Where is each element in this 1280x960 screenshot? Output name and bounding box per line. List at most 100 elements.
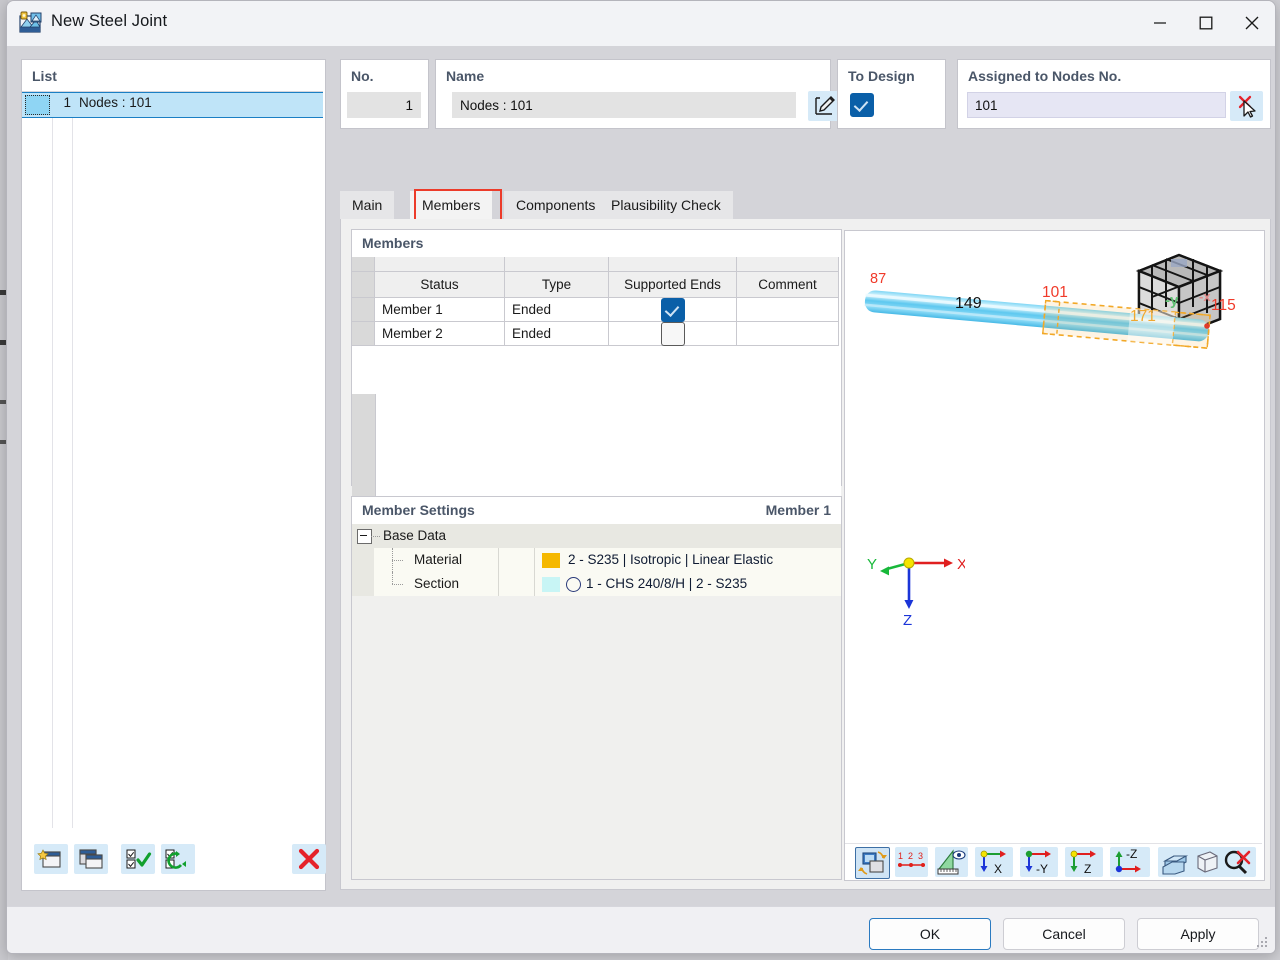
node-label-87: 87 (870, 271, 887, 287)
svg-text:X: X (994, 862, 1002, 876)
tree-row-section[interactable]: Section 1 - CHS 240/8/H | 2 - S235 (352, 572, 841, 596)
column-header-comment[interactable]: Comment (737, 272, 839, 298)
table-row[interactable]: Member 1 Ended (352, 298, 841, 322)
members-section-header: Members (352, 230, 841, 257)
assigned-nodes-label: Assigned to Nodes No. (968, 68, 1122, 84)
members-section-title: Members (362, 235, 424, 251)
tree-row-value: 1 - CHS 240/8/H | 2 - S235 (586, 576, 748, 591)
cell-status[interactable]: Member 2 (375, 322, 505, 346)
node-label-171: 171 (1130, 308, 1156, 325)
window-title: New Steel Joint (51, 12, 168, 30)
svg-text:-Z: -Z (1126, 847, 1137, 861)
tree-row-material[interactable]: Material 2 - S235 | Isotropic | Linear E… (352, 548, 841, 572)
node-label-149: 149 (955, 295, 982, 312)
cell-comment[interactable] (737, 322, 839, 346)
list-item-color-swatch (25, 95, 50, 115)
axis-label-y: Y (867, 556, 877, 573)
invert-selection-button[interactable] (161, 844, 195, 874)
view-in-minus-y-button[interactable]: -Y (1020, 847, 1058, 877)
ok-button[interactable]: OK (869, 918, 991, 950)
tree-group-label: Base Data (383, 528, 447, 543)
members-section: Members Status Type Supported Ends Comme… (351, 229, 842, 510)
member-settings-tree: Base Data Material 2 - S235 | Isotropic … (352, 524, 841, 879)
new-steel-joint-dialog: New Steel Joint List 1 Nodes : 101 No. 1… (6, 0, 1276, 954)
rotate-view-button[interactable] (855, 847, 890, 879)
column-header-type[interactable]: Type (505, 272, 609, 298)
dialog-footer: OK Cancel Apply (7, 906, 1275, 953)
list-item-label: Nodes : 101 (79, 95, 152, 110)
circle-outline-icon (566, 577, 581, 592)
3d-view-toolbar: 1 2 3 X -Y Z -Z (845, 843, 1262, 880)
end-node-marker (1204, 323, 1210, 329)
svg-text:-Y: -Y (1036, 862, 1048, 876)
edit-pencil-icon[interactable] (808, 91, 840, 121)
column-header-status[interactable]: Status (375, 272, 505, 298)
no-label: No. (351, 68, 374, 84)
cell-status[interactable]: Member 1 (375, 298, 505, 322)
material-color-swatch (542, 553, 560, 568)
axis-label-x: X (957, 556, 965, 573)
select-all-button[interactable] (121, 844, 155, 874)
cell-type[interactable]: Ended (505, 322, 609, 346)
tree-group-base-data[interactable]: Base Data (352, 524, 841, 548)
supported-ends-checkbox[interactable] (660, 298, 685, 322)
tab-plausibility-check[interactable]: Plausibility Check (599, 191, 733, 219)
cell-supported-ends[interactable] (609, 322, 737, 346)
list-body: 1 Nodes : 101 (22, 92, 323, 857)
to-design-box: To Design (837, 59, 946, 129)
column-header-supported-ends[interactable]: Supported Ends (609, 272, 737, 298)
view-in-x-button[interactable]: X (975, 847, 1013, 877)
axis-triad-icon: X Y Z (867, 556, 965, 629)
list-panel: List 1 Nodes : 101 (21, 59, 326, 891)
red-x-pick-icon[interactable] (1230, 91, 1263, 121)
resize-grip[interactable] (1257, 937, 1269, 949)
cell-comment[interactable] (737, 298, 839, 322)
delete-item-button[interactable] (292, 844, 326, 874)
numbering-button[interactable]: 1 2 3 (895, 847, 928, 877)
list-panel-title: List (32, 68, 57, 84)
grid-filter-row (352, 257, 841, 272)
view-in-z-button[interactable]: Z (1065, 847, 1103, 877)
grid-empty-area (352, 394, 841, 510)
member-settings-subject: Member 1 (765, 502, 831, 518)
minimize-button[interactable] (1137, 1, 1183, 45)
no-value: 1 (347, 92, 421, 118)
node-label-115: 115 (1211, 297, 1236, 314)
new-item-button[interactable] (34, 844, 68, 874)
section-color-swatch (542, 577, 560, 592)
tab-main[interactable]: Main (340, 191, 395, 219)
steel-member-geometry (864, 290, 1211, 350)
dimension-visibility-button[interactable] (935, 847, 968, 877)
table-row[interactable]: Member 2 Ended (352, 322, 841, 346)
supported-ends-checkbox[interactable] (660, 322, 685, 346)
view-in-minus-z-button[interactable]: -Z (1110, 847, 1150, 877)
name-label: Name (446, 68, 485, 84)
maximize-button[interactable] (1183, 1, 1229, 45)
name-field-box: Name Nodes : 101 (435, 59, 840, 129)
tree-row-value: 2 - S235 | Isotropic | Linear Elastic (568, 552, 774, 567)
member-settings-section: Member Settings Member 1 Base Data Mater… (351, 496, 842, 880)
3d-view-panel: -y -x 87 149 101 171 115 Y Z 1 2 3 X -Y … (844, 230, 1265, 881)
collapse-icon[interactable] (357, 529, 372, 544)
assigned-nodes-input[interactable]: 101 (967, 92, 1226, 118)
list-item[interactable]: 1 Nodes : 101 (22, 92, 323, 118)
cell-supported-ends[interactable] (609, 298, 737, 322)
tree-row-label: Material (414, 552, 463, 567)
tree-row-label: Section (414, 576, 460, 591)
apply-button[interactable]: Apply (1137, 918, 1259, 950)
to-design-checkbox[interactable] (850, 93, 874, 117)
assigned-nodes-box: Assigned to Nodes No. 101 (957, 59, 1271, 129)
tab-components[interactable]: Components (504, 191, 608, 219)
svg-text:Z: Z (1084, 862, 1091, 876)
3d-viewport[interactable]: -y -x 87 149 101 171 115 Y Z (845, 231, 1262, 843)
name-input[interactable]: Nodes : 101 (452, 92, 796, 118)
close-button[interactable] (1229, 1, 1275, 45)
svg-text:3: 3 (918, 851, 923, 861)
cell-type[interactable]: Ended (505, 298, 609, 322)
tab-strip: Main Members Components Plausibility Che… (340, 189, 1269, 222)
tab-members[interactable]: Members (410, 191, 493, 219)
zoom-reset-button[interactable] (1221, 847, 1255, 877)
copy-item-button[interactable] (74, 844, 108, 874)
cancel-button[interactable]: Cancel (1003, 918, 1125, 950)
wireframe-cube-icon (1197, 851, 1218, 873)
